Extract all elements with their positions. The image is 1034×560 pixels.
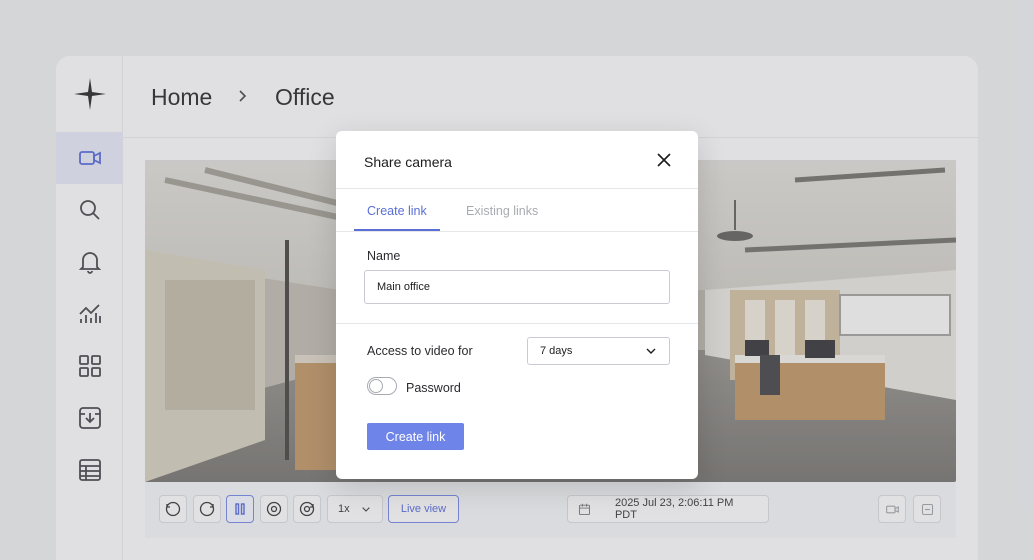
name-label: Name bbox=[367, 249, 401, 263]
tab-existing-links[interactable]: Existing links bbox=[466, 204, 538, 218]
name-input[interactable] bbox=[364, 270, 670, 304]
tab-create-link[interactable]: Create link bbox=[367, 204, 427, 218]
password-label: Password bbox=[406, 381, 461, 395]
access-duration-value: 7 days bbox=[540, 345, 573, 357]
section-divider bbox=[336, 323, 698, 324]
tabs-divider bbox=[336, 231, 698, 232]
create-link-button[interactable]: Create link bbox=[367, 423, 464, 450]
password-toggle[interactable] bbox=[367, 377, 397, 395]
access-duration-label: Access to video for bbox=[367, 344, 473, 358]
dialog-title: Share camera bbox=[364, 154, 452, 170]
share-camera-dialog: Share camera Create link Existing links … bbox=[336, 131, 698, 479]
header-divider bbox=[336, 188, 698, 189]
close-button[interactable] bbox=[654, 150, 674, 170]
toggle-knob bbox=[369, 379, 383, 393]
close-icon bbox=[657, 153, 671, 167]
chevron-down-icon bbox=[646, 348, 656, 354]
access-duration-select[interactable]: 7 days bbox=[527, 337, 670, 365]
